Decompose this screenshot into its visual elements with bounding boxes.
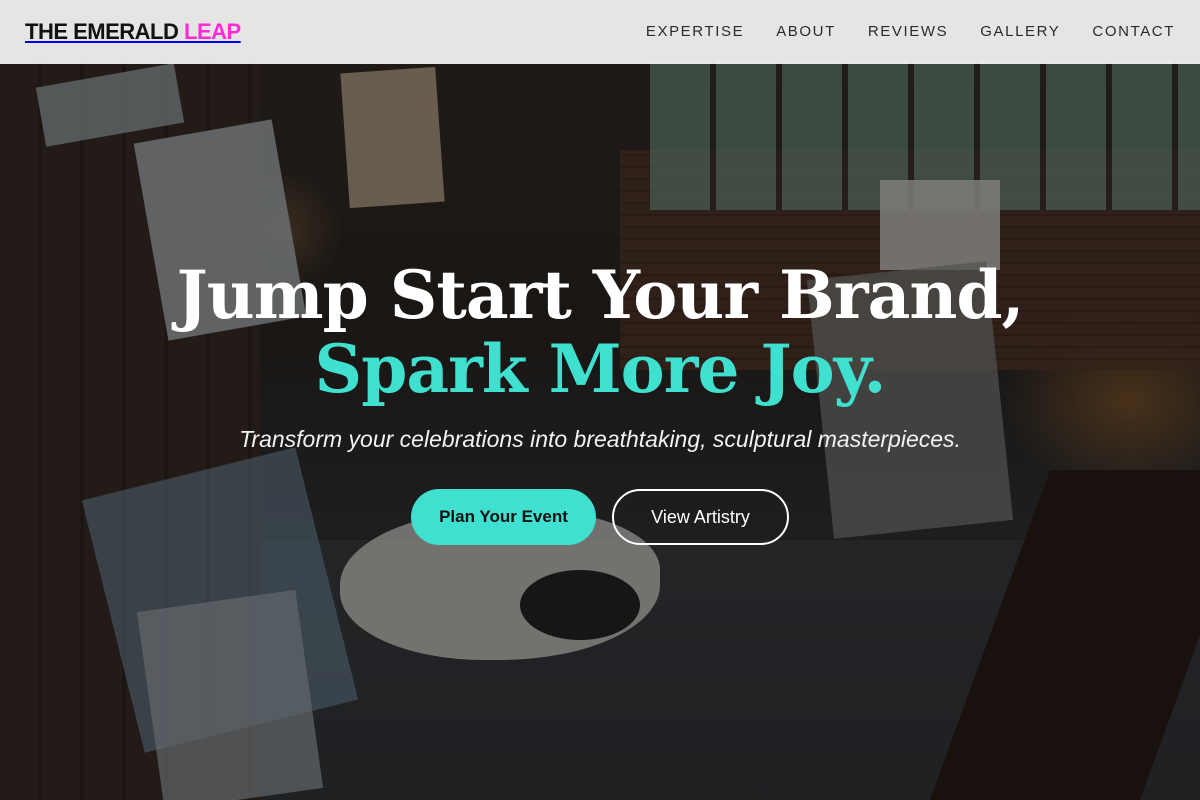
- hero-subtitle: Transform your celebrations into breatht…: [239, 426, 961, 452]
- nav-item-gallery: GALLERY: [980, 23, 1060, 41]
- site-header: THE EMERALD LEAP EXPERTISE ABOUT REVIEWS…: [0, 0, 1200, 64]
- hero-section: Jump Start Your Brand, Spark More Joy. T…: [0, 258, 1200, 545]
- nav-link-about[interactable]: ABOUT: [776, 23, 836, 40]
- logo-accent-text: LEAP: [184, 19, 241, 44]
- hero-headline-line1: Jump Start Your Brand,: [176, 256, 1025, 334]
- hero-cta-row: Plan Your Event View Artistry: [0, 489, 1200, 545]
- hero-headline: Jump Start Your Brand, Spark More Joy.: [0, 258, 1200, 406]
- nav-link-gallery[interactable]: GALLERY: [980, 23, 1060, 40]
- site-logo[interactable]: THE EMERALD LEAP: [25, 19, 241, 45]
- view-artistry-button[interactable]: View Artistry: [612, 489, 789, 545]
- nav-link-expertise[interactable]: EXPERTISE: [646, 23, 744, 40]
- main-nav: EXPERTISE ABOUT REVIEWS GALLERY CONTACT: [646, 23, 1175, 41]
- hero-headline-line2: Spark More Joy.: [314, 330, 887, 408]
- logo-main-text: THE EMERALD: [25, 19, 179, 44]
- nav-link-reviews[interactable]: REVIEWS: [868, 23, 948, 40]
- nav-item-reviews: REVIEWS: [868, 23, 948, 41]
- nav-item-expertise: EXPERTISE: [646, 23, 744, 41]
- nav-item-contact: CONTACT: [1092, 23, 1175, 41]
- nav-link-contact[interactable]: CONTACT: [1092, 23, 1175, 40]
- plan-event-button[interactable]: Plan Your Event: [411, 489, 596, 545]
- nav-item-about: ABOUT: [776, 23, 836, 41]
